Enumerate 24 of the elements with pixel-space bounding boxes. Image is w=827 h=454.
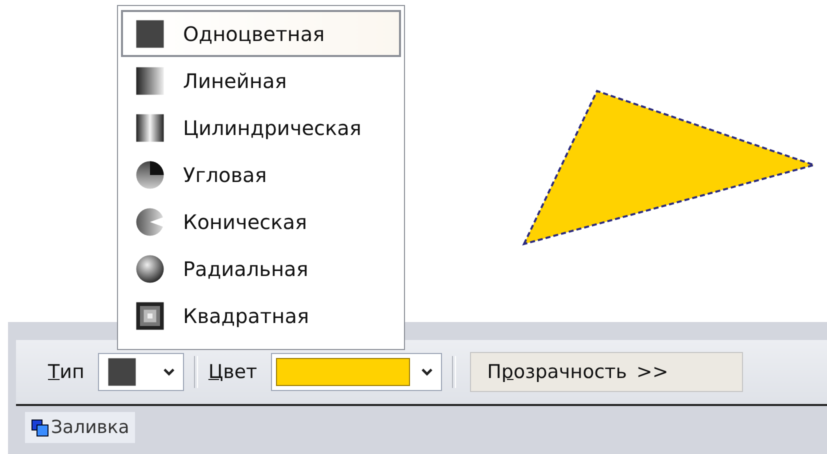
panel-tab[interactable]: Заливка [25, 412, 136, 443]
sphere-gradient-icon [135, 254, 165, 284]
solid-fill-icon [107, 357, 138, 387]
angular-gradient-icon [135, 160, 165, 190]
type-dropdown[interactable] [98, 353, 184, 391]
chevron-down-icon [421, 368, 434, 376]
menu-item[interactable]: Квадратная [121, 292, 401, 339]
type-label: Тип [48, 361, 84, 383]
square-gradient-icon [135, 300, 165, 330]
menu-item[interactable]: Угловая [121, 151, 401, 198]
menu-item[interactable]: Радиальная [121, 245, 401, 292]
color-label: Цвет [208, 361, 258, 383]
menu-item[interactable]: Коническая [121, 198, 401, 245]
solid-fill-icon [135, 18, 165, 48]
color-dropdown[interactable] [271, 353, 442, 391]
conical-gradient-icon [135, 206, 165, 236]
menu-item[interactable]: Одноцветная [121, 10, 401, 57]
linear-gradient-icon [135, 66, 165, 96]
menu-item[interactable]: Линейная [121, 57, 401, 104]
transparency-button[interactable]: Прозрачность >> [470, 352, 744, 392]
cylinder-gradient-icon [135, 112, 165, 142]
chevron-down-icon [163, 368, 176, 376]
overlapping-squares-icon [31, 418, 49, 436]
menu-item[interactable]: Цилиндрическая [121, 104, 401, 151]
